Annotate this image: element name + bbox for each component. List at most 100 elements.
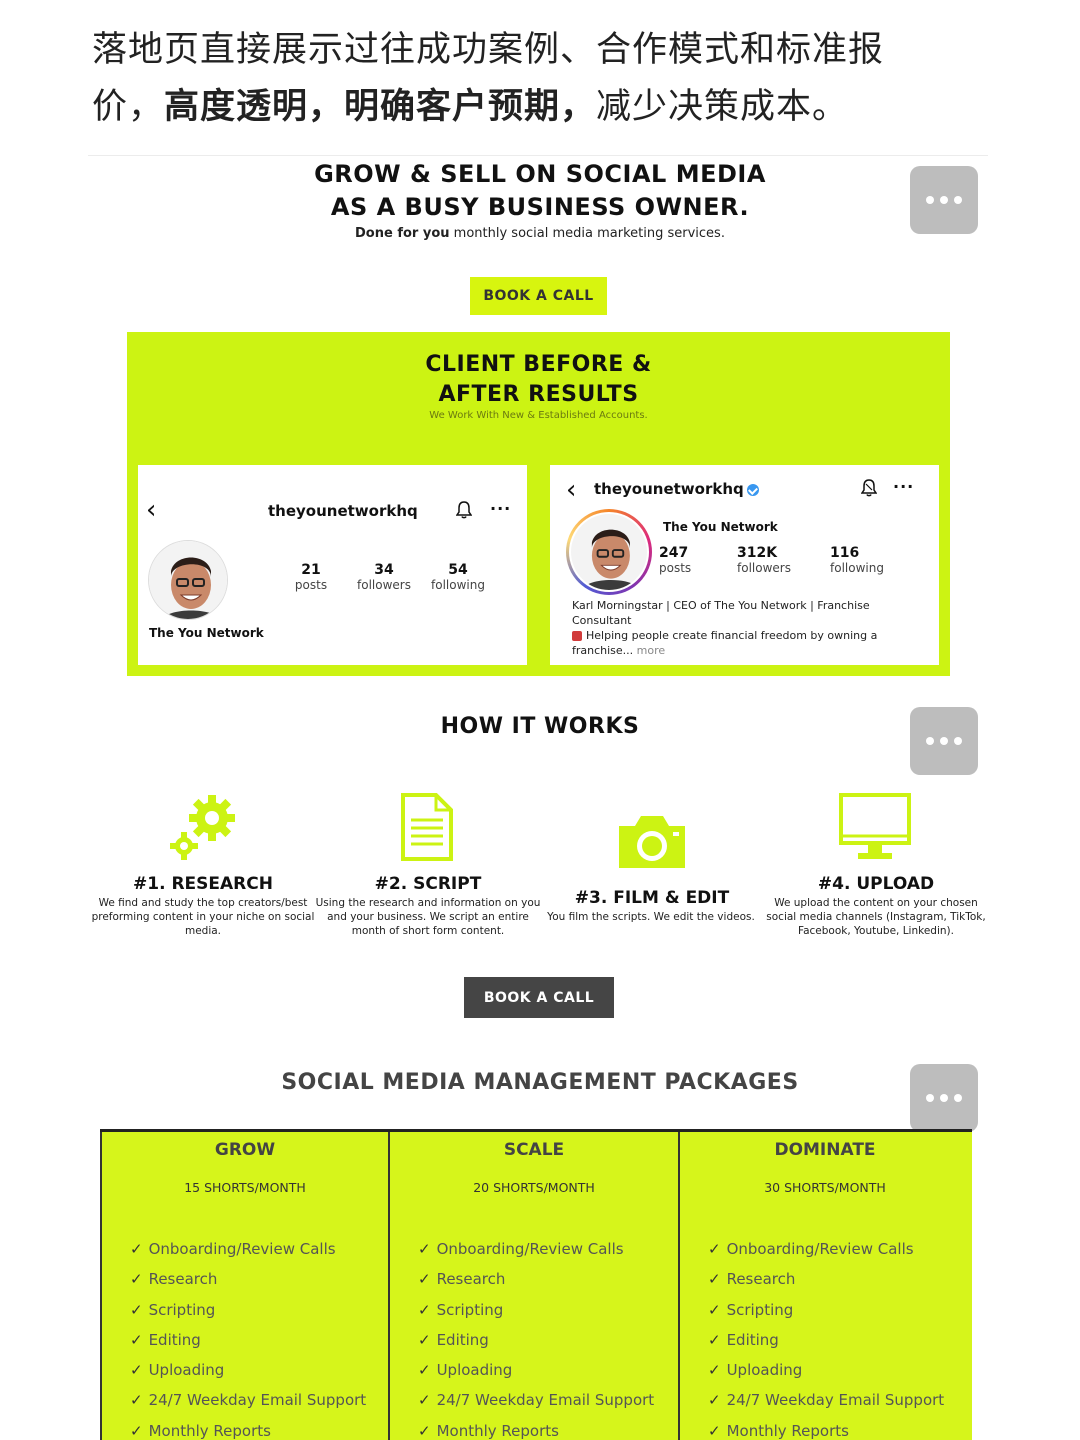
list-item: ✓ Scripting xyxy=(418,1300,504,1319)
avatar-story-ring[interactable] xyxy=(566,509,652,595)
more-dots-icon[interactable]: ··· xyxy=(490,499,511,518)
check-icon: ✓ xyxy=(130,1240,143,1258)
monitor-icon xyxy=(839,793,911,859)
stat-followers: 34 followers xyxy=(357,562,411,592)
camera-icon xyxy=(619,816,685,868)
check-icon: ✓ xyxy=(130,1300,143,1319)
package-name: GROW xyxy=(214,1140,276,1160)
more-options-button[interactable] xyxy=(910,1064,978,1132)
package-name: SCALE xyxy=(503,1140,565,1160)
package-scale[interactable]: SCALE 20 SHORTS/MONTH ✓ Onboarding/Review… xyxy=(390,1132,680,1440)
list-item: ✓ Monthly Reports xyxy=(418,1421,559,1440)
check-icon: ✓ xyxy=(418,1421,431,1440)
profile-name: The You Network xyxy=(149,626,264,640)
check-icon: ✓ xyxy=(708,1330,721,1349)
list-item: ✓ Editing xyxy=(130,1330,201,1349)
package-dominate[interactable]: DOMINATE 30 SHORTS/MONTH ✓ Onboarding/Rev… xyxy=(680,1132,970,1440)
bell-icon[interactable] xyxy=(456,501,472,519)
avatar-photo xyxy=(149,541,227,619)
hero-subtitle: Done for you monthly social media market… xyxy=(355,226,725,241)
check-icon: ✓ xyxy=(708,1361,721,1380)
check-icon: ✓ xyxy=(708,1421,721,1440)
check-icon: ✓ xyxy=(418,1270,431,1289)
back-arrow-icon[interactable]: ‹ xyxy=(146,497,156,523)
list-item: ✓ Scripting xyxy=(130,1300,216,1319)
package-name: DOMINATE xyxy=(774,1140,876,1160)
results-title: CLIENT BEFORE & AFTER RESULTS xyxy=(425,352,652,407)
stat-posts: 21 posts xyxy=(294,562,328,592)
bio-more-link[interactable]: more xyxy=(633,644,666,657)
more-options-button[interactable] xyxy=(910,166,978,234)
after-profile-card: ‹ theyounetworkhq ··· The You Network 24… xyxy=(550,465,939,665)
dot-icon xyxy=(926,737,934,745)
list-item: ✓ Onboarding/Review Calls xyxy=(130,1240,336,1258)
check-icon: ✓ xyxy=(708,1300,721,1319)
profile-handle: theyounetworkhq xyxy=(594,480,759,498)
dot-icon xyxy=(926,196,934,204)
avatar-photo xyxy=(571,514,647,590)
dot-icon xyxy=(940,737,948,745)
check-icon: ✓ xyxy=(708,1270,721,1289)
list-item: ✓ Uploading xyxy=(708,1361,803,1380)
list-item: ✓ 24/7 Weekday Email Support xyxy=(708,1391,945,1410)
client-results-section: CLIENT BEFORE & AFTER RESULTS We Work Wi… xyxy=(127,332,950,676)
list-item: ✓ Onboarding/Review Calls xyxy=(708,1240,914,1258)
check-icon: ✓ xyxy=(130,1391,143,1410)
bell-icon[interactable] xyxy=(861,479,877,497)
more-dots-icon[interactable]: ··· xyxy=(893,477,914,496)
list-item: ✓ Monthly Reports xyxy=(708,1421,849,1440)
feature-list: ✓ Onboarding/Review Calls ✓ Research ✓ Scri… xyxy=(418,1238,654,1440)
list-item: ✓ 24/7 Weekday Email Support xyxy=(418,1391,655,1410)
step-desc-research: We find and study the top creators/best … xyxy=(91,897,315,937)
check-icon: ✓ xyxy=(418,1240,431,1258)
stat-followers: 312K followers xyxy=(737,545,791,575)
stat-following: 116 following xyxy=(830,545,884,575)
stat-following: 54 following xyxy=(431,562,485,592)
step-title-film-edit: #3. FILM & EDIT xyxy=(574,888,730,908)
avatar xyxy=(148,540,228,620)
book-call-button[interactable]: BOOK A CALL xyxy=(470,277,607,315)
list-item: ✓ Onboarding/Review Calls xyxy=(418,1240,624,1258)
check-icon: ✓ xyxy=(130,1330,143,1349)
more-options-button[interactable] xyxy=(910,707,978,775)
before-profile-card: ‹ theyounetworkhq ··· 21 posts 34 follow… xyxy=(138,465,527,665)
package-shorts: 20 SHORTS/MONTH xyxy=(473,1180,595,1195)
list-item: ✓ Uploading xyxy=(418,1361,513,1380)
stat-posts: 247 posts xyxy=(659,545,692,575)
divider xyxy=(88,155,988,156)
note-caption: 落地页直接展示过往成功案例、合作模式和标准报 价，高度透明，明确客户预期，减少决… xyxy=(92,22,992,136)
step-title-research: #1. RESEARCH xyxy=(133,874,273,894)
profile-name: The You Network xyxy=(663,520,778,534)
dot-icon xyxy=(954,737,962,745)
check-icon: ✓ xyxy=(130,1270,143,1289)
dot-icon xyxy=(926,1094,934,1102)
check-icon: ✓ xyxy=(130,1421,143,1440)
hero-title: GROW & SELL ON SOCIAL MEDIA AS A BUSY BU… xyxy=(314,160,766,221)
back-arrow-icon[interactable]: ‹ xyxy=(566,477,576,503)
document-icon xyxy=(401,793,453,861)
dot-icon xyxy=(954,196,962,204)
check-icon: ✓ xyxy=(418,1300,431,1319)
step-desc-script: Using the research and information on yo… xyxy=(315,897,541,937)
caption-line-2: 价，高度透明，明确客户预期，减少决策成本。 xyxy=(92,87,849,127)
list-item: ✓ Scripting xyxy=(708,1300,794,1319)
check-icon: ✓ xyxy=(130,1361,143,1380)
list-item: ✓ Research xyxy=(708,1270,796,1289)
feature-list: ✓ Onboarding/Review Calls ✓ Research ✓ Scri… xyxy=(130,1238,366,1440)
list-item: ✓ Uploading xyxy=(130,1361,225,1380)
check-icon: ✓ xyxy=(708,1391,721,1410)
check-icon: ✓ xyxy=(418,1391,431,1410)
feature-list: ✓ Onboarding/Review Calls ✓ Research ✓ Scri… xyxy=(708,1238,944,1440)
list-item: ✓ Research xyxy=(418,1270,506,1289)
book-call-button[interactable]: BOOK A CALL xyxy=(464,977,614,1018)
dot-icon xyxy=(954,1094,962,1102)
package-grow[interactable]: GROW 15 SHORTS/MONTH ✓ Onboarding/Review … xyxy=(100,1132,390,1440)
packages-title: SOCIAL MEDIA MANAGEMENT PACKAGES xyxy=(281,1070,799,1095)
dot-icon xyxy=(940,196,948,204)
step-desc-film-edit: You film the scripts. We edit the videos… xyxy=(547,911,755,923)
caption-line-1: 落地页直接展示过往成功案例、合作模式和标准报 xyxy=(92,30,885,70)
dot-icon xyxy=(940,1094,948,1102)
check-icon: ✓ xyxy=(418,1361,431,1380)
package-shorts: 30 SHORTS/MONTH xyxy=(764,1180,886,1195)
list-item: ✓ 24/7 Weekday Email Support xyxy=(130,1391,367,1410)
